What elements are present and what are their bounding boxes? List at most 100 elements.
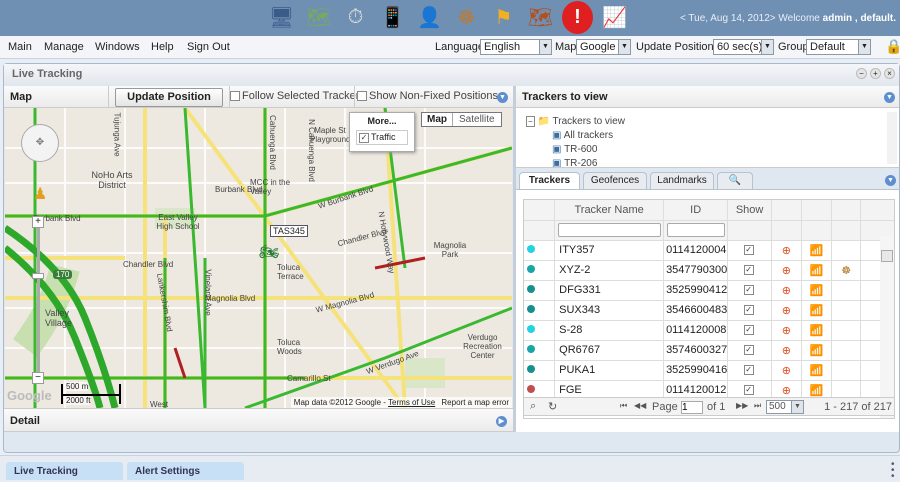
phone-icon[interactable]: 📱 [377, 1, 408, 34]
show-non-fixed-checkbox[interactable]: Show Non-Fixed Positions [357, 90, 498, 102]
prev-page-icon[interactable]: ◀◀ [634, 401, 646, 410]
menu-main[interactable]: Main [8, 41, 32, 53]
lock-icon[interactable]: 🔒 [885, 38, 900, 55]
update-positions-select[interactable]: 60 sec(s) ▼ [713, 39, 774, 55]
tree-root[interactable]: − 📁 Trackers to view [526, 116, 625, 127]
collapse-icon[interactable]: ▼ [885, 175, 896, 186]
flag-icon[interactable]: ⚑ [488, 1, 519, 34]
show-checkbox[interactable]: ✓ [743, 265, 754, 276]
show-checkbox[interactable]: ✓ [743, 285, 754, 296]
tab-landmarks[interactable]: Landmarks [650, 172, 714, 189]
taskbar-live-tracking[interactable]: Live Tracking [6, 462, 123, 480]
more-button[interactable]: More... [350, 116, 414, 126]
locate-icon[interactable]: ⊕ [771, 280, 802, 301]
user-icon[interactable]: 👤 [414, 1, 445, 34]
vehicle-marker-icon[interactable]: 🏍 [259, 242, 279, 262]
show-checkbox[interactable]: ✓ [743, 325, 754, 336]
more-options-icon[interactable]: • • • [891, 460, 895, 482]
steering-wheel-icon[interactable]: ☸ [451, 1, 482, 34]
device-signal-icon[interactable]: 📶 [801, 320, 833, 341]
zoom-slider[interactable] [37, 228, 40, 373]
scrollbar-thumb[interactable] [881, 250, 893, 262]
zoom-out-button[interactable]: − [32, 372, 44, 384]
refresh-icon[interactable]: ↻ [548, 400, 557, 413]
device-signal-icon[interactable]: 📶 [801, 260, 833, 281]
taskbar-alert-settings[interactable]: Alert Settings [127, 462, 244, 480]
show-checkbox[interactable]: ✓ [743, 245, 754, 256]
checkbox-icon[interactable] [230, 91, 240, 102]
next-page-icon[interactable]: ▶▶ [736, 401, 748, 410]
tree-item[interactable]: ▣ All trackers [552, 130, 613, 141]
expand-icon[interactable]: ▶ [496, 416, 507, 427]
device-signal-icon[interactable]: 📶 [801, 340, 833, 361]
device-signal-icon[interactable]: 📶 [801, 360, 833, 381]
report-error-link[interactable]: Report a map error [441, 398, 509, 407]
language-select[interactable]: English ▼ [480, 39, 552, 55]
table-row[interactable]: SUX343 3546600483 ✓ ⊕ 📶 [524, 300, 894, 321]
menu-windows[interactable]: Windows [95, 41, 140, 53]
map-type-satellite-button[interactable]: Satellite [453, 113, 501, 126]
device-signal-icon[interactable]: 📶 [801, 240, 833, 261]
show-checkbox[interactable]: ✓ [743, 385, 754, 396]
table-row[interactable]: QR6767 3574600327 ✓ ⊕ 📶 [524, 340, 894, 361]
id-filter[interactable] [666, 222, 725, 237]
maximize-icon[interactable]: + [870, 68, 881, 79]
table-row[interactable]: ITY357 0114120004 ✓ ⊕ 📶 [524, 240, 894, 261]
alert-icon[interactable]: ! [562, 1, 593, 34]
update-position-now-button[interactable]: Update Position Now [115, 88, 223, 120]
checkbox-icon[interactable] [357, 91, 367, 102]
map-select[interactable]: Google ▼ [576, 39, 631, 55]
map-type-map-button[interactable]: Map [422, 113, 453, 126]
page-input[interactable] [681, 401, 703, 414]
minimize-icon[interactable]: − [856, 68, 867, 79]
menu-sign-out[interactable]: Sign Out [187, 41, 230, 53]
device-signal-icon[interactable]: 📶 [801, 300, 833, 321]
pegman-icon[interactable]: ♟ [33, 184, 47, 204]
marker-label[interactable]: TAS345 [270, 225, 308, 237]
locate-icon[interactable]: ⊕ [771, 260, 802, 281]
map-pin-icon[interactable]: 🗺 [303, 1, 334, 34]
close-icon[interactable]: × [884, 68, 895, 79]
device-signal-icon[interactable]: 📶 [801, 280, 833, 301]
zoom-slider-handle[interactable] [32, 273, 44, 279]
grid-scrollbar[interactable] [880, 236, 894, 418]
pan-control[interactable]: ✥ [21, 124, 59, 162]
col-show[interactable]: Show [727, 200, 772, 221]
collapse-icon[interactable]: ▼ [497, 92, 508, 103]
group-select[interactable]: Default ▼ [806, 39, 871, 55]
collapse-icon[interactable]: ▼ [884, 92, 895, 103]
last-page-icon[interactable]: ⏭ [754, 401, 761, 411]
tab-geofences[interactable]: Geofences [583, 172, 647, 189]
col-tracker-name[interactable]: Tracker Name [554, 200, 665, 221]
detail-panel-header[interactable]: Detail ▶ [4, 408, 513, 432]
locate-icon[interactable]: ⊕ [771, 240, 802, 261]
table-row[interactable]: DFG331 3525990412 ✓ ⊕ 📶 [524, 280, 894, 301]
show-checkbox[interactable]: ✓ [743, 345, 754, 356]
menu-manage[interactable]: Manage [44, 41, 84, 53]
stopwatch-icon[interactable]: ⏱ [340, 1, 371, 34]
locate-icon[interactable]: ⊕ [771, 340, 802, 361]
table-row[interactable]: S-28 0114120008 ✓ ⊕ 📶 [524, 320, 894, 341]
show-checkbox[interactable]: ✓ [743, 365, 754, 376]
locate-icon[interactable]: ⊕ [771, 360, 802, 381]
locate-icon[interactable]: ⊕ [771, 320, 802, 341]
tree-scrollbar[interactable] [887, 112, 897, 164]
route-map-icon[interactable]: 🗺 [525, 1, 556, 34]
checkbox-icon[interactable]: ✓ [359, 132, 369, 143]
more-menu[interactable]: More... ✓ Traffic [349, 112, 415, 152]
monitor-easel-icon[interactable]: 🖥 [266, 1, 297, 34]
tab-trackers[interactable]: Trackers [519, 172, 580, 190]
locate-icon[interactable]: ⊕ [771, 300, 802, 321]
search-icon[interactable]: ⌕ [530, 400, 536, 413]
tree-item[interactable]: ▣ TR-206 [552, 158, 597, 167]
first-page-icon[interactable]: ⏮ [620, 401, 627, 411]
tab-search[interactable]: 🔍 [717, 172, 753, 189]
map-view[interactable]: Tujunga Ave Cahuenga Blvd N Cahuenga Blv… [5, 108, 512, 408]
report-chart-icon[interactable]: 📈 [599, 1, 630, 34]
show-checkbox[interactable]: ✓ [743, 305, 754, 316]
zoom-in-button[interactable]: + [32, 216, 44, 228]
follow-selected-checkbox[interactable]: Follow Selected Tracker [230, 90, 359, 102]
terms-link[interactable]: Terms of Use [388, 398, 435, 407]
menu-help[interactable]: Help [151, 41, 174, 53]
traffic-checkbox[interactable]: ✓ Traffic [356, 130, 408, 145]
